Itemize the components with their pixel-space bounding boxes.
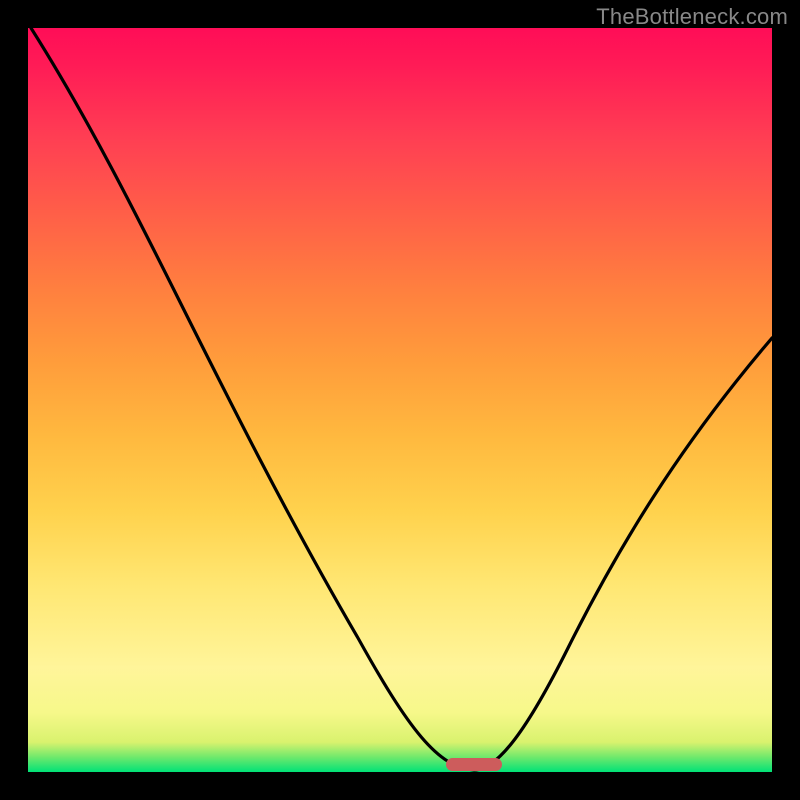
curve-path [31, 28, 772, 770]
plot-area [28, 28, 772, 772]
bottleneck-curve [28, 28, 772, 772]
optimal-range-marker [446, 758, 502, 771]
chart-frame: TheBottleneck.com [0, 0, 800, 800]
attribution-text: TheBottleneck.com [596, 4, 788, 30]
